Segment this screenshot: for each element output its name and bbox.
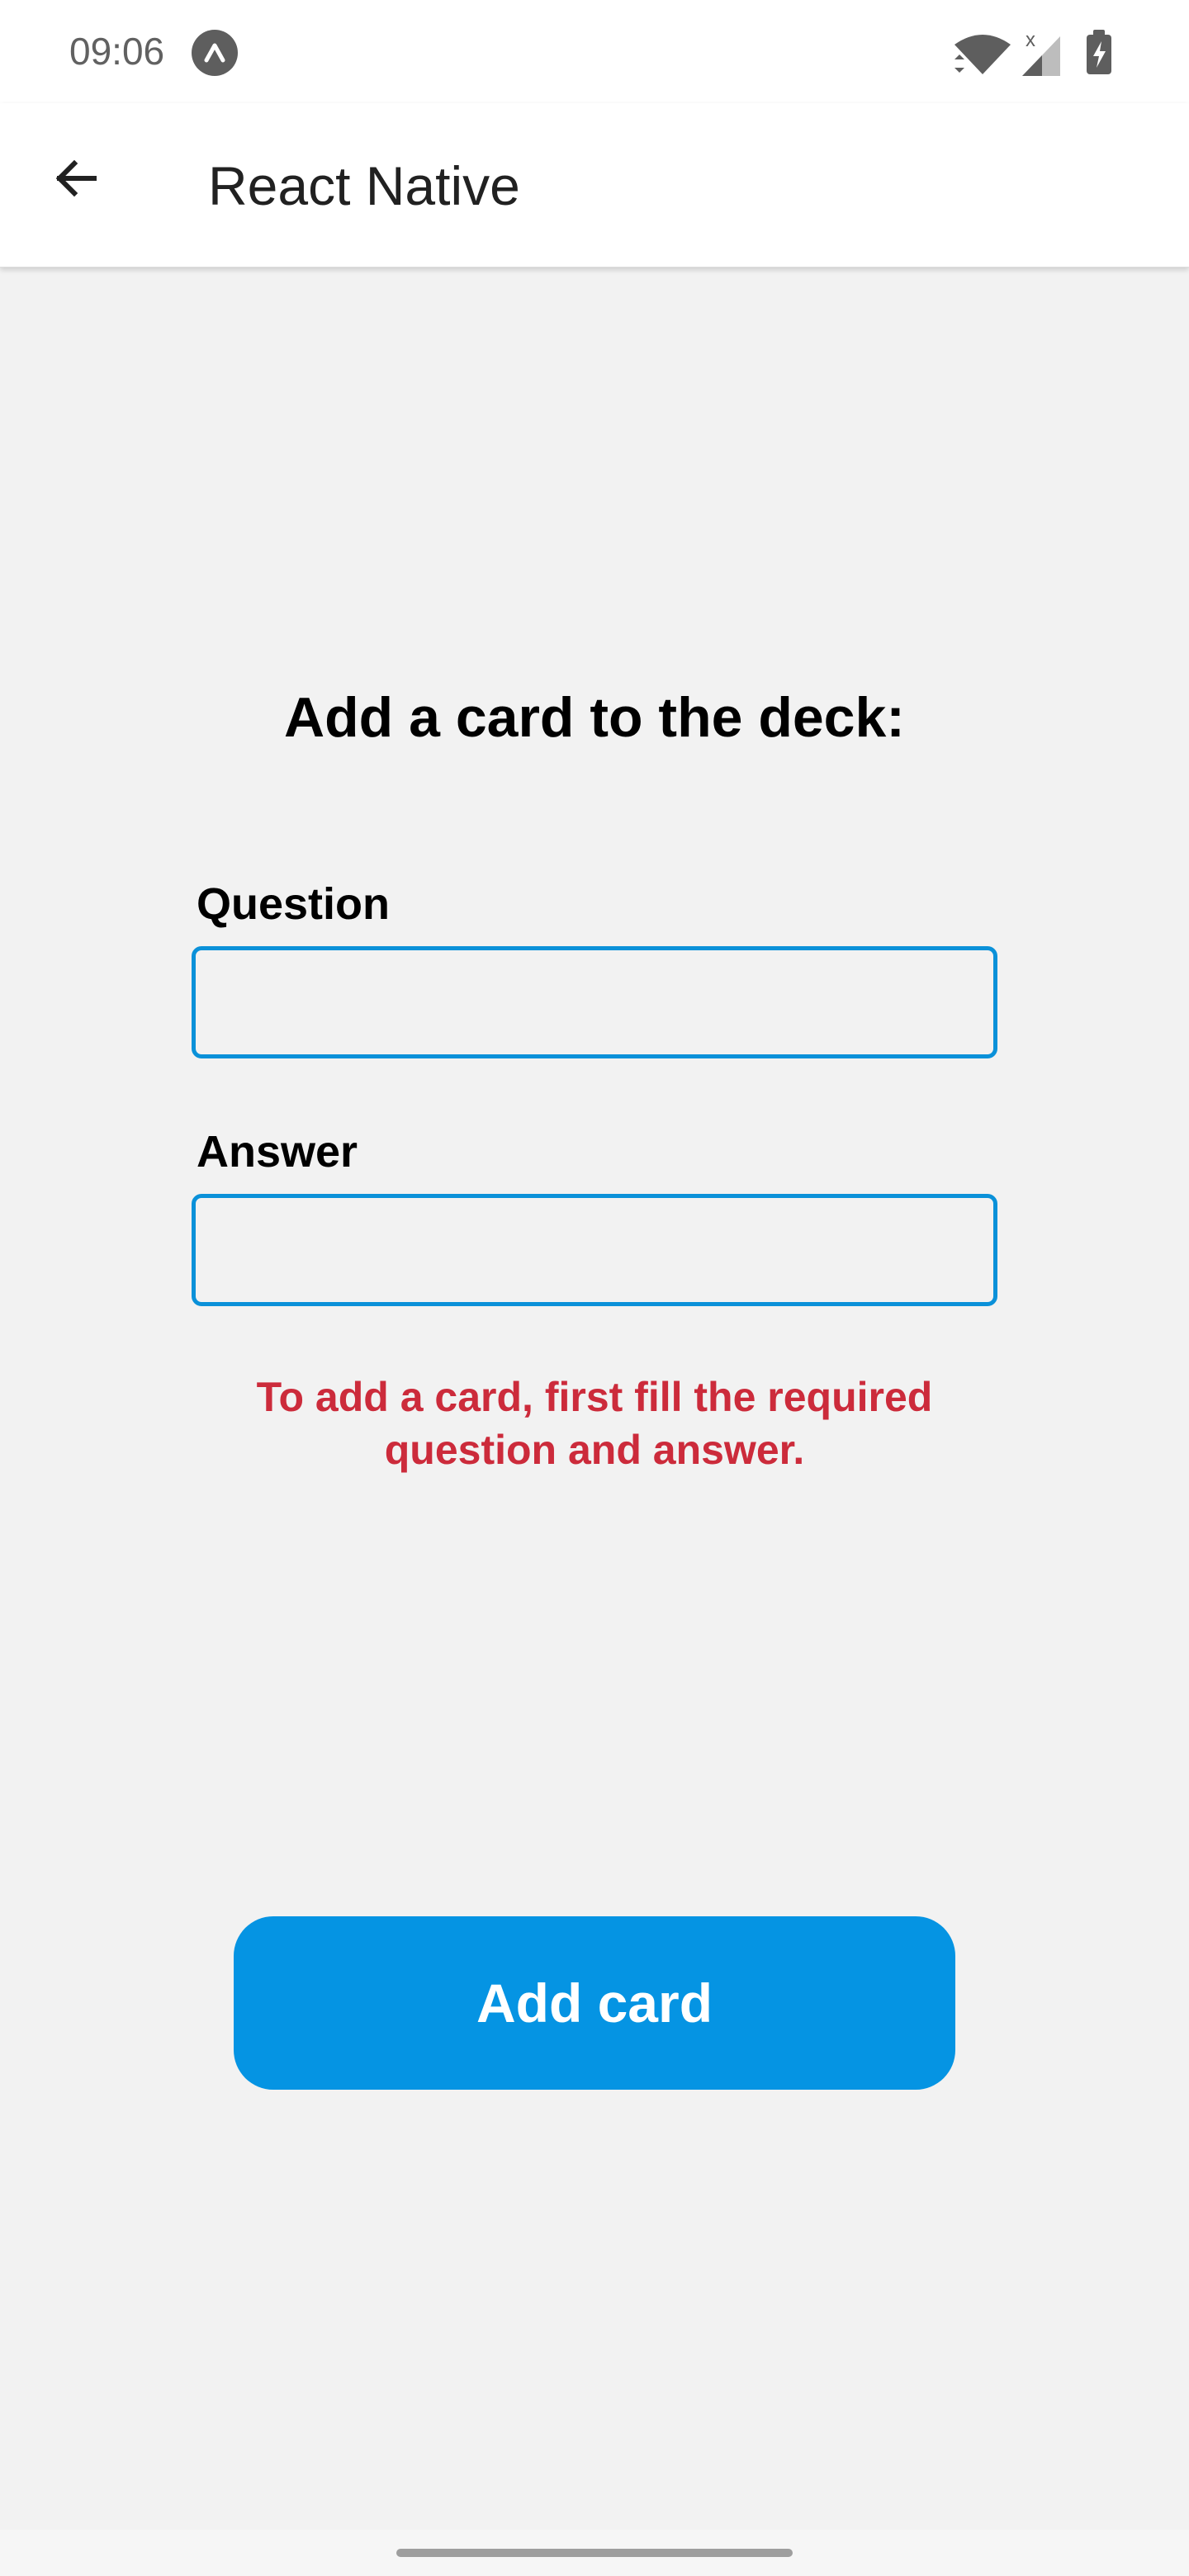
app-title: React Native xyxy=(208,155,520,216)
answer-label: Answer xyxy=(197,1127,358,1177)
navigation-bar xyxy=(0,2530,1189,2576)
status-time: 09:06 xyxy=(69,30,165,73)
battery-charging-icon xyxy=(1087,30,1111,74)
svg-text:x: x xyxy=(1026,30,1035,51)
question-label: Question xyxy=(197,879,391,929)
back-button[interactable] xyxy=(35,139,117,221)
question-input[interactable] xyxy=(192,946,997,1058)
status-icons: x xyxy=(955,29,1120,76)
add-card-button[interactable]: Add card xyxy=(234,1916,955,2090)
expo-app-icon xyxy=(192,30,238,76)
answer-input[interactable] xyxy=(192,1194,997,1306)
home-gesture-handle[interactable] xyxy=(396,2549,793,2557)
status-bar: 09:06 x xyxy=(0,0,1189,103)
app-bar: React Native xyxy=(0,103,1189,268)
error-message: To add a card, first fill the required q… xyxy=(256,1374,933,1473)
arrow-back-icon xyxy=(51,154,101,207)
wifi-icon xyxy=(955,35,1011,74)
page-heading: Add a card to the deck: xyxy=(284,686,905,749)
